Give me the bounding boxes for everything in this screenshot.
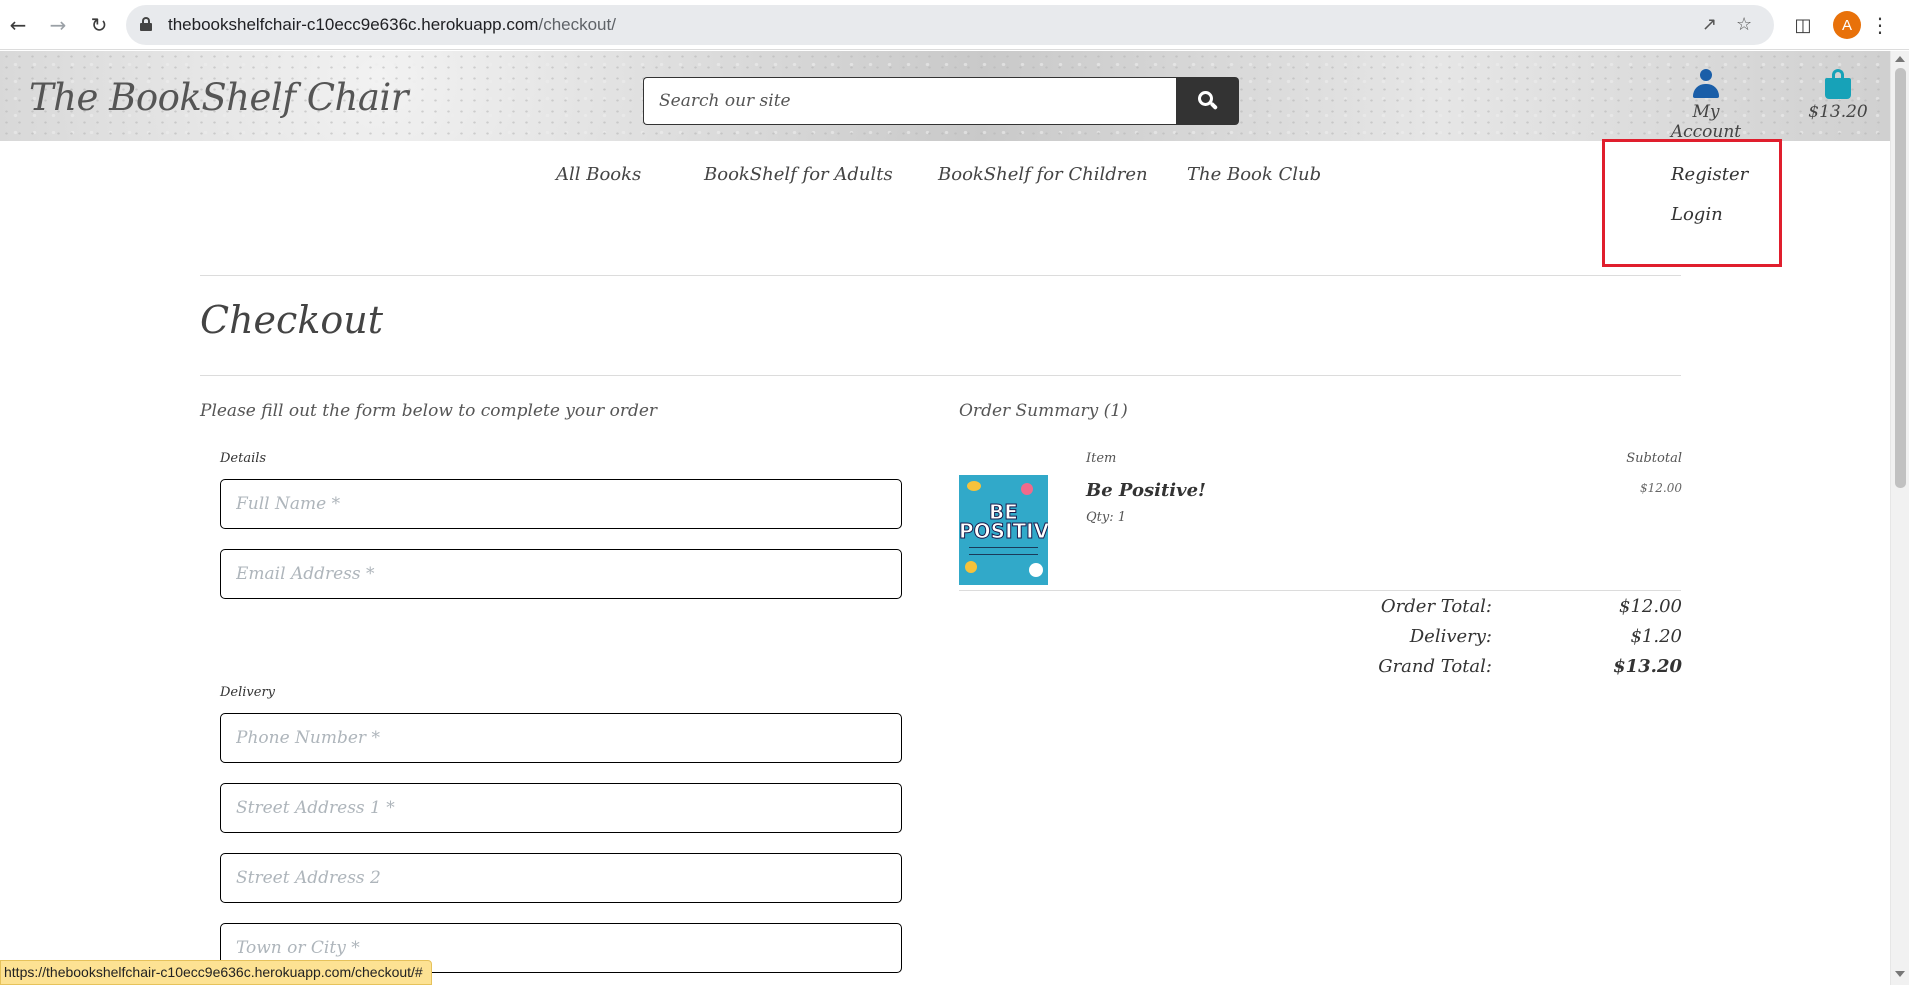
order-summary-title: Order Summary (1) xyxy=(959,401,1128,421)
shopping-bag-link[interactable]: $13.20 xyxy=(1798,69,1878,122)
book-cover-image[interactable]: BE POSITIVE! xyxy=(959,475,1048,585)
search-input[interactable] xyxy=(643,77,1178,125)
details-legend: Details xyxy=(220,451,267,466)
delivery-legend: Delivery xyxy=(220,685,276,700)
site-logo[interactable]: The BookShelf Chair xyxy=(29,76,408,119)
url-path: /checkout/ xyxy=(538,15,616,34)
divider xyxy=(959,590,1681,591)
grand-total-label: Grand Total: xyxy=(1378,656,1492,677)
street-address-1-field[interactable] xyxy=(220,783,902,833)
delivery-label: Delivery: xyxy=(1409,626,1492,647)
search-form xyxy=(643,77,1239,125)
url-host: thebookshelfchair-c10ecc9e636c.herokuapp… xyxy=(168,15,539,34)
nav-bookshelf-children[interactable]: BookShelf for Children xyxy=(938,164,1148,185)
site-header: The BookShelf Chair My Account $13.20 xyxy=(0,51,1890,142)
phone-number-field[interactable] xyxy=(220,713,902,763)
search-icon xyxy=(1197,91,1218,111)
bag-total: $13.20 xyxy=(1808,102,1868,122)
forward-arrow-icon[interactable]: → xyxy=(44,11,72,39)
item-column-header: Item xyxy=(1086,451,1117,466)
bookmark-star-icon[interactable]: ☆ xyxy=(1736,14,1752,35)
divider xyxy=(200,375,1681,376)
scroll-up-icon[interactable] xyxy=(1895,56,1905,62)
book-cover-text: BE POSITIVE! xyxy=(959,500,1048,543)
share-icon[interactable]: ↗ xyxy=(1702,14,1717,35)
full-name-field[interactable] xyxy=(220,479,902,529)
lock-icon xyxy=(140,17,152,31)
address-bar[interactable]: thebookshelfchair-c10ecc9e636c.herokuapp… xyxy=(126,5,1774,45)
back-arrow-icon[interactable]: ← xyxy=(4,11,32,39)
shopping-bag-icon xyxy=(1825,69,1851,99)
street-address-2-field[interactable] xyxy=(220,853,902,903)
email-field[interactable] xyxy=(220,549,902,599)
register-link[interactable]: Register xyxy=(1671,164,1748,185)
scroll-down-icon[interactable] xyxy=(1895,971,1905,977)
reload-icon[interactable]: ↻ xyxy=(85,11,113,39)
item-subtotal: $12.00 xyxy=(1640,481,1682,495)
divider xyxy=(200,275,1681,276)
account-dropdown: Register Login xyxy=(1602,139,1782,267)
order-total-value: $12.00 xyxy=(1619,596,1682,617)
subtotal-column-header: Subtotal xyxy=(1626,451,1682,466)
link-status-bar: https://thebookshelfchair-c10ecc9e636c.h… xyxy=(0,960,432,985)
grand-total-value: $13.20 xyxy=(1613,656,1682,677)
side-panel-icon[interactable]: ◫ xyxy=(1789,11,1817,39)
page-scrollbar[interactable] xyxy=(1890,51,1909,985)
profile-avatar[interactable]: A xyxy=(1833,11,1861,39)
login-link[interactable]: Login xyxy=(1671,204,1723,225)
delivery-value: $1.20 xyxy=(1630,626,1682,647)
form-intro: Please fill out the form below to comple… xyxy=(200,401,658,421)
item-name: Be Positive! xyxy=(1086,480,1206,501)
search-button[interactable] xyxy=(1176,77,1239,125)
page-title: Checkout xyxy=(200,298,383,342)
user-icon xyxy=(1693,69,1719,99)
url-text[interactable]: thebookshelfchair-c10ecc9e636c.herokuapp… xyxy=(168,15,616,35)
my-account-label: My Account xyxy=(1670,102,1742,142)
nav-bookshelf-adults[interactable]: BookShelf for Adults xyxy=(704,164,893,185)
item-quantity: Qty: 1 xyxy=(1086,510,1127,525)
scroll-thumb[interactable] xyxy=(1895,68,1906,488)
browser-toolbar: ← → ↻ thebookshelfchair-c10ecc9e636c.her… xyxy=(0,0,1909,50)
nav-book-club[interactable]: The Book Club xyxy=(1187,164,1321,185)
nav-all-books[interactable]: All Books xyxy=(556,164,641,185)
order-total-label: Order Total: xyxy=(1380,596,1492,617)
menu-kebab-icon[interactable]: ⋮ xyxy=(1870,11,1890,39)
my-account-link[interactable]: My Account xyxy=(1658,69,1754,142)
